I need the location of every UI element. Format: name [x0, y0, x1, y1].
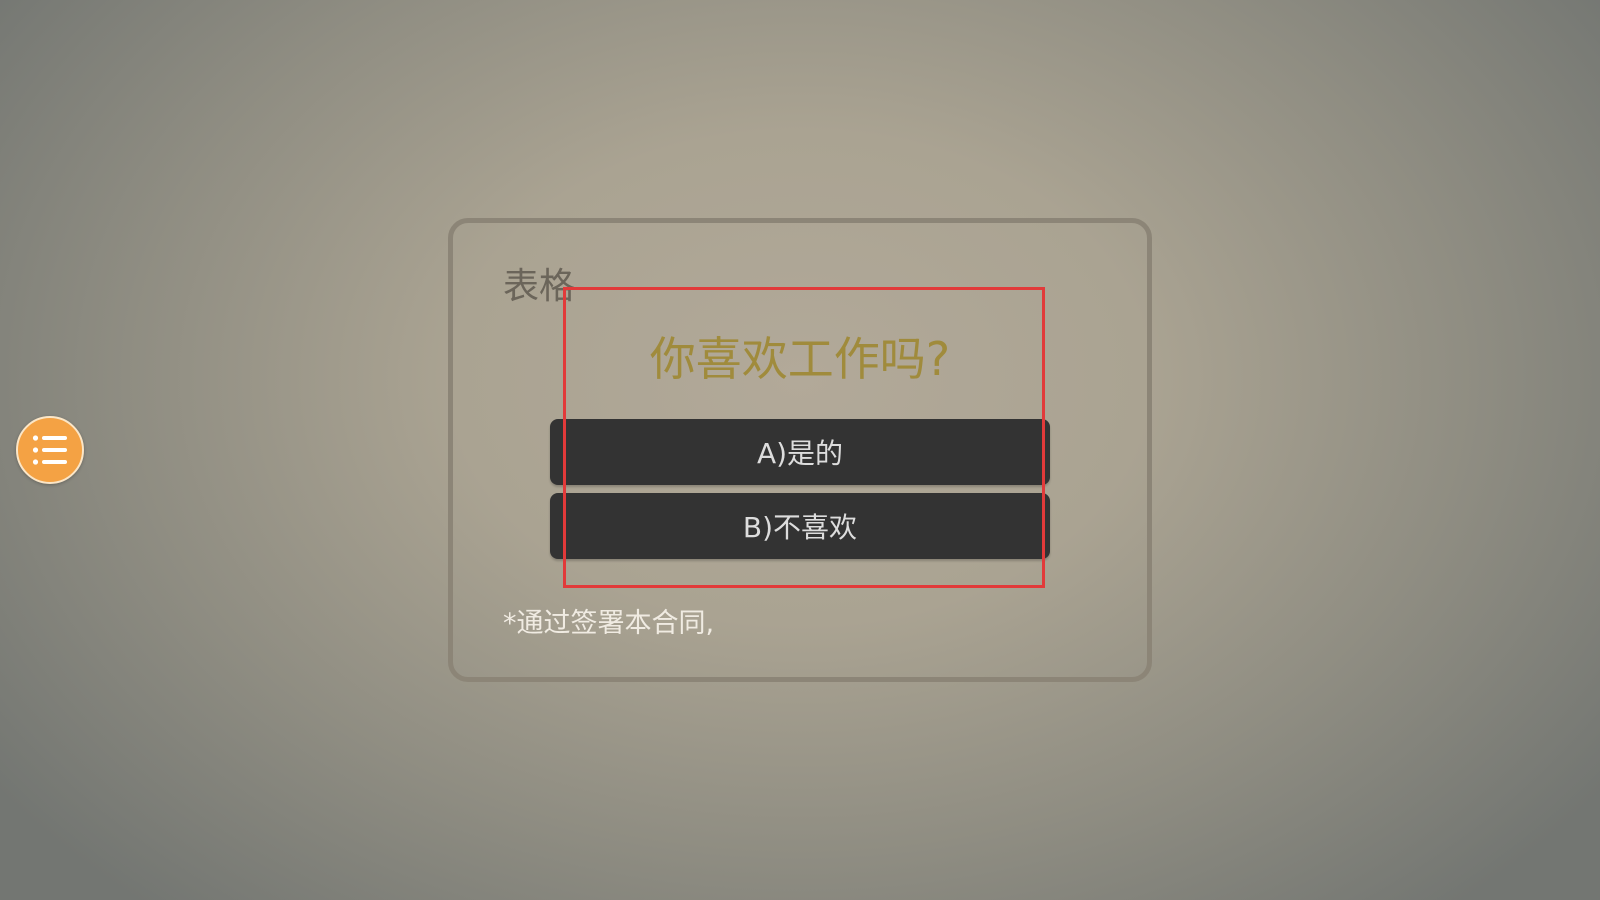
question-text: 你喜欢工作吗?: [649, 332, 951, 386]
form-card: 表格 你喜欢工作吗? A)是的 B)不喜欢 *通过签署本合同,: [448, 218, 1152, 682]
menu-button[interactable]: [16, 416, 84, 484]
answer-a-button[interactable]: A)是的: [550, 419, 1050, 485]
answer-b-button[interactable]: B)不喜欢: [550, 493, 1050, 559]
form-title: 表格: [503, 266, 576, 307]
list-icon: [32, 435, 67, 465]
footnote-text: *通过签署本合同,: [503, 608, 715, 639]
